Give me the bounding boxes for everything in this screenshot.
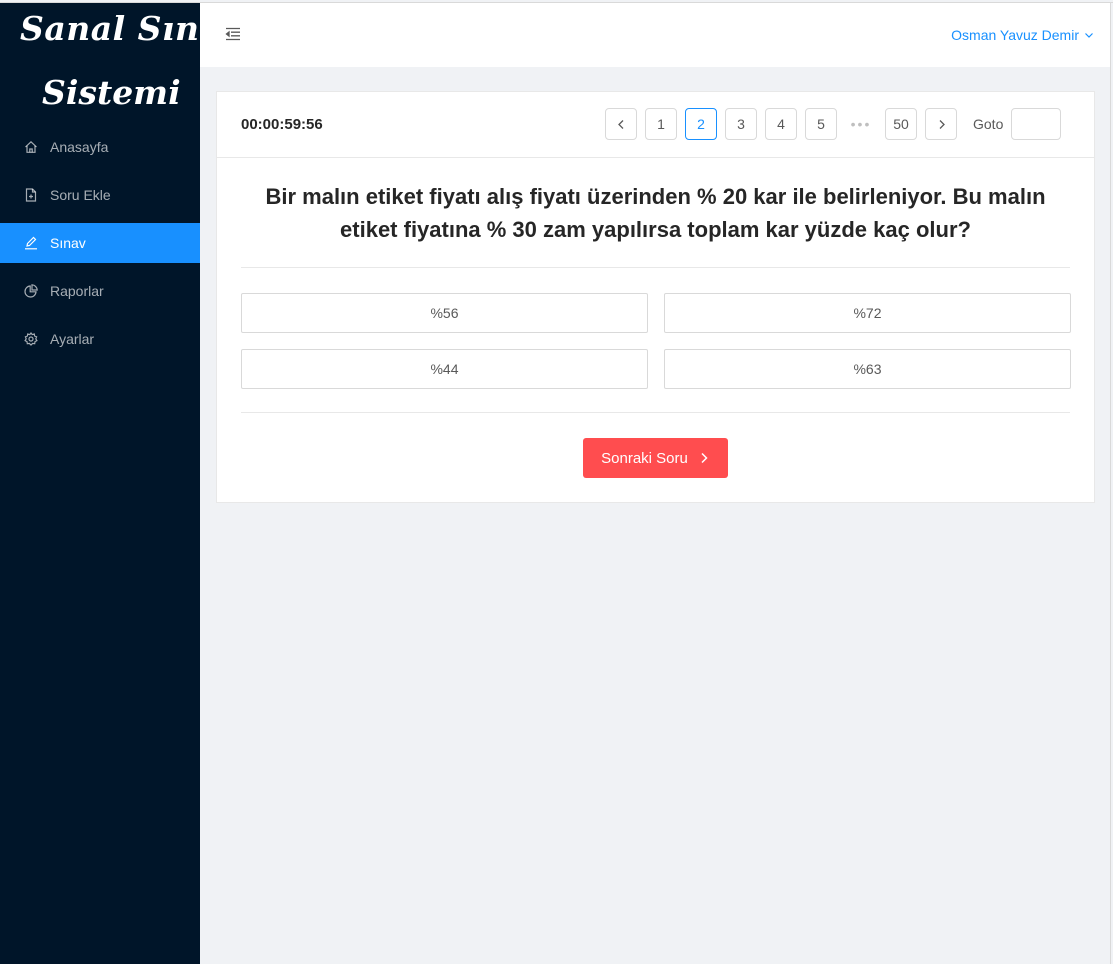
page-3-button[interactable]: 3 (725, 108, 757, 140)
prev-page-button[interactable] (605, 108, 637, 140)
home-icon (24, 140, 38, 154)
app-logo: Sanal Sınav Sistemi (0, 3, 241, 119)
answer-option-c[interactable]: %44 (241, 349, 648, 389)
top-header: Osman Yavuz Demir (200, 3, 1111, 67)
question-text: Bir malın etiket fiyatı alış fiyatı üzer… (265, 184, 1046, 242)
user-name: Osman Yavuz Demir (951, 27, 1079, 43)
page-last-button[interactable]: 50 (885, 108, 917, 140)
sidebar: Sanal Sınav Sistemi Anasayfa Soru Ekle S… (0, 3, 241, 964)
edit-icon (24, 236, 38, 250)
chevron-right-icon (701, 452, 708, 464)
exam-card: 00:00:59:56 1 2 3 4 5 ••• 50 Goto Bir ma… (216, 91, 1095, 503)
sidebar-item-sinav[interactable]: Sınav (0, 223, 200, 263)
goto-page-input[interactable] (1011, 108, 1062, 140)
question-pagination: 1 2 3 4 5 ••• 50 Goto (605, 108, 1062, 140)
pie-chart-icon (24, 284, 38, 298)
exam-timer: 00:00:59:56 (241, 116, 323, 133)
next-question-button[interactable]: Sonraki Soru (583, 438, 728, 478)
sidebar-item-label: Ayarlar (50, 331, 95, 347)
chevron-left-icon (617, 119, 623, 129)
sidebar-item-label: Soru Ekle (50, 187, 111, 203)
answer-option-a[interactable]: %56 (241, 293, 648, 333)
goto-label: Goto (973, 116, 1004, 132)
sidebar-item-label: Raporlar (50, 283, 104, 299)
sidebar-item-soru-ekle[interactable]: Soru Ekle (0, 175, 200, 215)
chevron-right-icon (939, 119, 945, 129)
answer-option-d[interactable]: %63 (664, 349, 1071, 389)
jump-next-ellipsis[interactable]: ••• (845, 108, 877, 140)
page-4-button[interactable]: 4 (765, 108, 797, 140)
window-right-border (1110, 3, 1111, 964)
sidebar-item-raporlar[interactable]: Raporlar (0, 271, 200, 311)
page-1-button[interactable]: 1 (645, 108, 677, 140)
sidebar-item-label: Anasayfa (50, 139, 109, 155)
options-divider (241, 412, 1070, 413)
sidebar-item-ayarlar[interactable]: Ayarlar (0, 319, 200, 359)
user-menu[interactable]: Osman Yavuz Demir (951, 27, 1094, 43)
question-divider (241, 267, 1070, 268)
exam-card-header: 00:00:59:56 1 2 3 4 5 ••• 50 Goto (217, 92, 1094, 158)
file-add-icon (24, 188, 38, 202)
page-2-button[interactable]: 2 (685, 108, 717, 140)
logo-line-2: Sistemi (42, 73, 181, 112)
sidebar-item-label: Sınav (50, 235, 86, 251)
chevron-down-icon (1085, 33, 1093, 38)
page-5-button[interactable]: 5 (805, 108, 837, 140)
menu-fold-icon[interactable] (224, 25, 242, 43)
next-question-label: Sonraki Soru (601, 449, 688, 467)
sidebar-item-anasayfa[interactable]: Anasayfa (0, 127, 200, 167)
answer-option-b[interactable]: %72 (664, 293, 1071, 333)
gear-icon (24, 332, 38, 346)
sidebar-menu: Anasayfa Soru Ekle Sınav Raporlar Ayarla… (0, 127, 200, 359)
next-page-button[interactable] (925, 108, 957, 140)
